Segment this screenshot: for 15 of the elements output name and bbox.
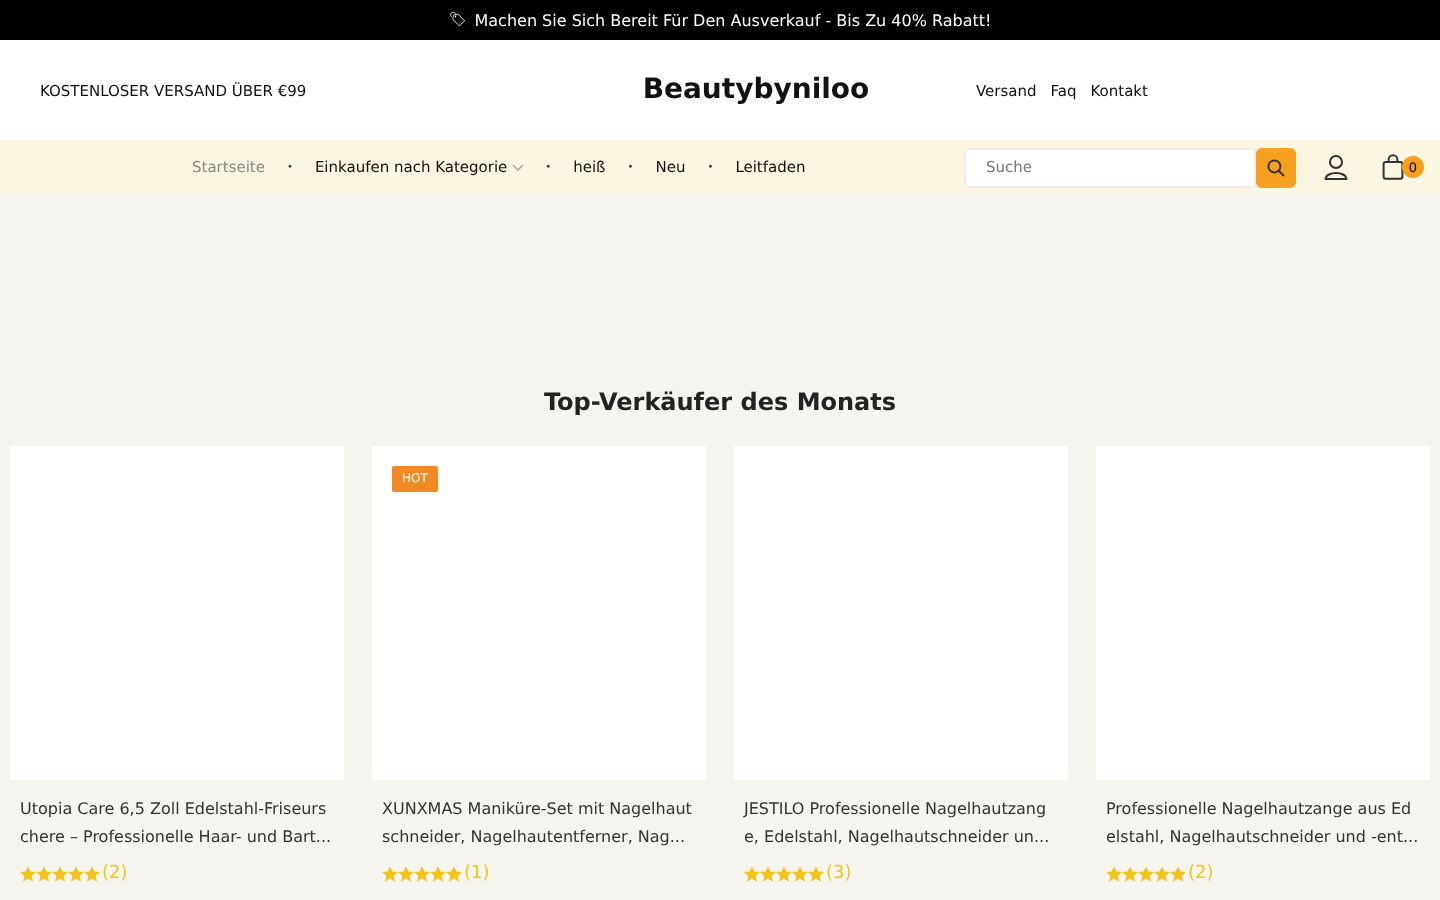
review-count: (2) xyxy=(102,864,128,884)
announcement-text: Machen Sie Sich Bereit Für Den Ausverkauf - Bis Zu 40% Rabatt! xyxy=(474,11,992,29)
logo[interactable]: Beautybyniloo xyxy=(576,74,936,106)
product-title[interactable]: Utopia Care 6,5 Zoll Edelstahl-Friseurschere – Professionelle Haar- und Bart... xyxy=(10,780,344,852)
review-count: (3) xyxy=(826,864,852,884)
product-title[interactable]: XUNXMAS Maniküre-Set mit Nagelhautschneider, Nagelhautentferner, Nag... xyxy=(372,780,706,852)
product-title[interactable]: Professionelle Nagelhautzange aus Edelstahl, Nagelhautschneider und -ent... xyxy=(1096,780,1430,852)
search-icon xyxy=(1266,157,1286,177)
section-title: Top-Verkäufer des Monats xyxy=(541,386,899,420)
shopping-bag-icon[interactable] xyxy=(1382,154,1404,180)
user-icon[interactable] xyxy=(1324,154,1348,180)
product-title[interactable]: JESTILO Professionelle Nagelhautzange, Edelstahl, Nagelhautschneider un... xyxy=(734,780,1068,852)
search-button[interactable] xyxy=(1256,147,1296,187)
review-count: (1) xyxy=(464,864,490,884)
review-count: (2) xyxy=(1188,864,1214,884)
